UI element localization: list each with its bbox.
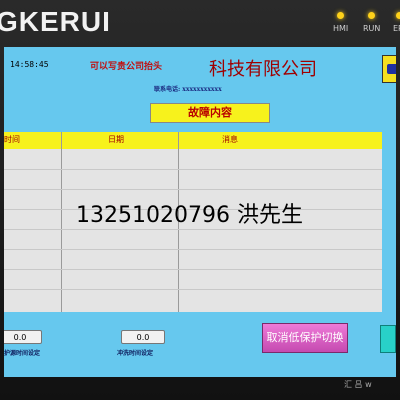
footer-watermark: 汇 吕 w: [344, 380, 372, 389]
indicator-label-run: RUN: [363, 24, 381, 33]
indicator-label-er: ER: [393, 24, 400, 33]
side-button[interactable]: [380, 325, 396, 353]
brand-logo: GKERUI: [0, 6, 111, 37]
run-led-icon: [368, 12, 375, 19]
logo-icon[interactable]: [382, 55, 396, 83]
fault-title: 故障内容: [150, 103, 270, 123]
column-time: 时间: [4, 135, 20, 144]
er-led-icon: [396, 12, 400, 19]
table-row[interactable]: [4, 289, 382, 290]
flush-time-field[interactable]: 0.0: [121, 330, 165, 344]
table-row[interactable]: [4, 269, 382, 270]
table-row[interactable]: [4, 249, 382, 250]
company-header-red: 可以写贵公司抬头: [90, 62, 163, 72]
table-row[interactable]: [4, 169, 382, 170]
column-date: 日期: [108, 135, 124, 144]
column-divider: [61, 132, 62, 312]
flush-time-label: 冲洗时间设定: [117, 350, 154, 357]
clock: 14:58:45: [10, 60, 49, 69]
cancel-low-protect-button[interactable]: 取消低保护切换: [262, 323, 348, 353]
phone-overlay: 13251020796 洪先生: [76, 203, 303, 228]
hmi-screen: 14:58:45 可以写贵公司抬头 科技有限公司 联系电话: xxxxxxxxx…: [4, 47, 396, 377]
scrollbar[interactable]: [382, 132, 396, 312]
table-row[interactable]: [4, 229, 382, 230]
protect-time-label: 护源时间设定: [4, 350, 41, 357]
column-message: 消息: [222, 135, 238, 144]
indicator-label-hmi: HMI: [333, 24, 349, 33]
contact-phone: 联系电话: xxxxxxxxxxx: [154, 86, 222, 93]
table-row[interactable]: [4, 189, 382, 190]
hmi-led-icon: [337, 12, 344, 19]
protect-time-field[interactable]: 0.0: [4, 330, 42, 344]
company-name: 科技有限公司: [209, 59, 317, 80]
